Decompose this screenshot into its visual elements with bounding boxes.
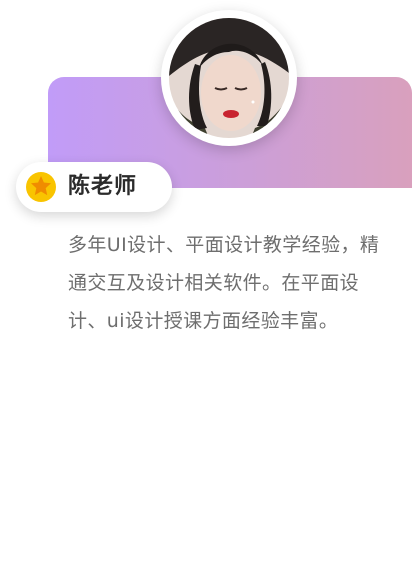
- teacher-name: 陈老师: [68, 174, 138, 199]
- teacher-bio: 多年UI设计、平面设计教学经验，精通交互及设计相关软件。在平面设计、ui设计授课…: [68, 234, 380, 332]
- teacher-avatar-photo: [169, 18, 289, 138]
- star-badge-icon: [26, 172, 56, 202]
- avatar: [169, 18, 289, 138]
- teacher-name-tag: 陈老师: [16, 162, 172, 212]
- avatar-frame: [161, 10, 297, 146]
